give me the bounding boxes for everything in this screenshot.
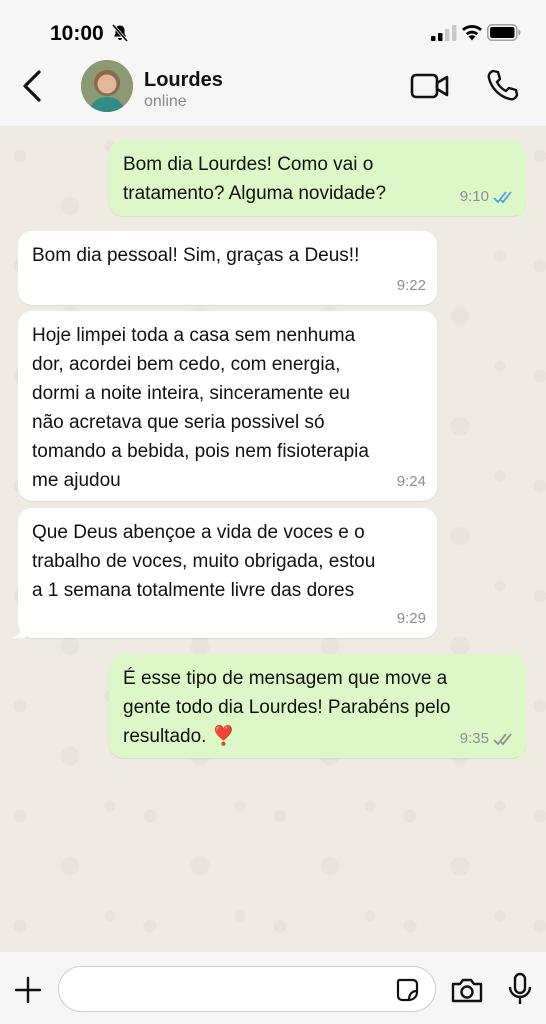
message-text: Bom dia Lourdes! Como vai o tratamento? … <box>123 154 387 204</box>
message-input[interactable] <box>73 977 383 1001</box>
message-meta: 9:29 <box>397 604 426 633</box>
status-time: 10:00 <box>50 22 104 45</box>
message-time: 9:10 <box>459 188 489 205</box>
bubble-tail <box>11 624 25 638</box>
message-text: Bom dia pessoal! Sim, graças a Deus!! <box>32 245 360 266</box>
video-camera-icon[interactable] <box>410 70 450 102</box>
double-check-read-icon <box>493 190 512 203</box>
double-check-delivered-icon <box>493 732 512 745</box>
message-text: Que Deus abençoe a vida de voces e o tra… <box>32 522 376 601</box>
message-input-field[interactable] <box>58 966 436 1012</box>
signal-icon <box>431 25 457 41</box>
sticker-icon[interactable] <box>395 977 421 1003</box>
message-bubble-outgoing[interactable]: É esse tipo de mensagem que move a gente… <box>109 654 533 758</box>
message-time: 9:29 <box>396 610 426 627</box>
message-bubble-outgoing[interactable]: Bom dia Lourdes! Como vai o tratamento? … <box>109 140 533 216</box>
battery-icon <box>487 24 521 41</box>
message-time: 9:24 <box>396 473 426 490</box>
chevron-left-icon[interactable] <box>20 68 44 104</box>
message-time: 9:22 <box>396 277 426 294</box>
message-meta: 9:22 <box>397 271 426 300</box>
message-bubble-incoming[interactable]: Bom dia pessoal! Sim, graças a Deus!! 9:… <box>18 231 437 305</box>
chat-header: Lourdes online <box>0 60 546 126</box>
bubble-tail <box>519 744 533 758</box>
bubble-tail <box>519 202 533 216</box>
wifi-icon <box>462 24 482 41</box>
input-bar <box>0 952 546 1024</box>
message-text: É esse tipo de mensagem que move a gente… <box>123 668 451 747</box>
message-text: Hoje limpei toda a casa sem nenhuma dor,… <box>32 325 369 491</box>
contact-name[interactable]: Lourdes <box>144 69 223 92</box>
contact-status: online <box>144 93 187 110</box>
message-meta: 9:24 <box>397 467 426 496</box>
microphone-icon[interactable] <box>507 972 533 1006</box>
status-bar: 10:00 <box>0 0 546 60</box>
bell-slash-icon <box>112 24 128 42</box>
camera-icon[interactable] <box>450 976 484 1004</box>
avatar[interactable] <box>81 60 133 112</box>
avatar-image <box>81 60 133 112</box>
message-meta: 9:35 <box>460 724 515 753</box>
phone-icon[interactable] <box>485 68 519 104</box>
chat-area[interactable]: Bom dia Lourdes! Como vai o tratamento? … <box>0 126 546 952</box>
message-meta: 9:10 <box>460 182 515 211</box>
message-time: 9:35 <box>459 730 489 747</box>
message-bubble-incoming[interactable]: Hoje limpei toda a casa sem nenhuma dor,… <box>18 311 437 501</box>
plus-icon[interactable] <box>14 976 42 1004</box>
message-bubble-incoming[interactable]: Que Deus abençoe a vida de voces e o tra… <box>11 508 437 638</box>
